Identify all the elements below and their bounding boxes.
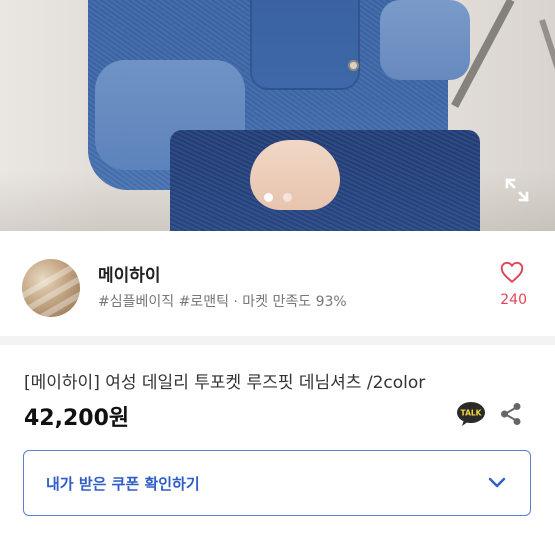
- carousel-dot[interactable]: [282, 193, 292, 202]
- seller-name[interactable]: 메이하이: [98, 261, 161, 286]
- chevron-down-icon: [486, 471, 508, 493]
- kakao-talk-icon[interactable]: TALK: [456, 401, 486, 427]
- seller-tags: #심플베이직 #로맨틱 · 마켓 만족도 93%: [98, 294, 347, 310]
- product-title: [메이하이] 여성 데일리 투포켓 루즈핏 데님셔츠 /2color: [24, 373, 426, 393]
- talk-badge-text: TALK: [461, 409, 483, 418]
- coupon-label: 내가 받은 쿠폰 확인하기: [46, 475, 200, 493]
- photo-shirt-button: [348, 60, 359, 71]
- seller-avatar[interactable]: [22, 259, 80, 317]
- seller-row[interactable]: 메이하이 #심플베이직 #로맨틱 · 마켓 만족도 93% 240: [0, 231, 555, 336]
- photo-sleeve: [380, 0, 470, 80]
- heart-icon[interactable]: [499, 259, 525, 285]
- product-price: 42,200원: [24, 406, 130, 431]
- photo-pocket: [250, 0, 360, 90]
- expand-icon[interactable]: [504, 177, 530, 203]
- photo-chair-leg: [539, 19, 555, 145]
- like-count: 240: [500, 292, 527, 308]
- carousel-dot-active[interactable]: [263, 193, 273, 202]
- section-divider: [0, 336, 555, 345]
- carousel-dots: [0, 193, 555, 202]
- product-image[interactable]: [0, 0, 555, 231]
- share-icon[interactable]: [498, 401, 524, 427]
- check-coupon-button[interactable]: 내가 받은 쿠폰 확인하기: [23, 450, 531, 516]
